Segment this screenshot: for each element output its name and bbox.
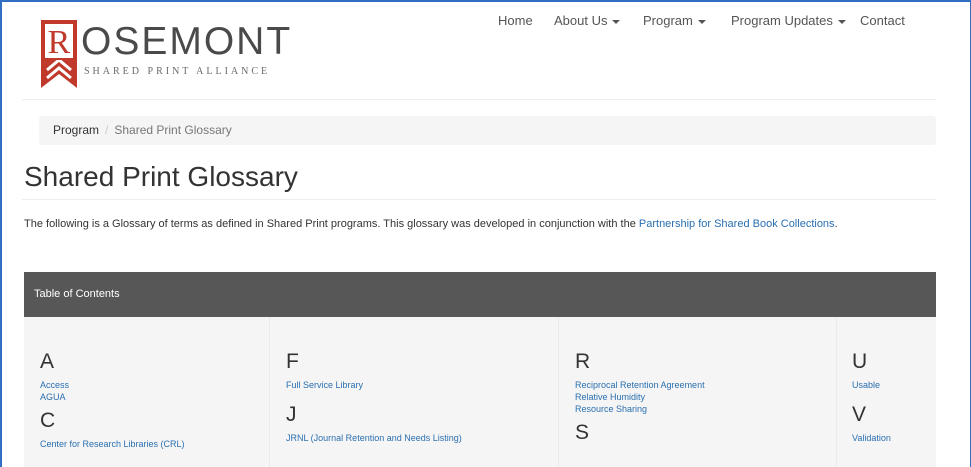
partnership-link[interactable]: Partnership for Shared Book Collections <box>639 218 835 230</box>
toc-column-4: U Usable V Validation <box>852 317 891 467</box>
nav-contact[interactable]: Contact <box>860 13 905 28</box>
toc-term-link[interactable]: Relative Humidity <box>575 391 705 403</box>
nav-about-us[interactable]: About Us <box>554 13 621 28</box>
nav-contact-label: Contact <box>860 13 905 28</box>
nav-program[interactable]: Program <box>643 13 706 28</box>
toc-letter: U <box>852 350 868 373</box>
title-divider <box>22 199 936 200</box>
nav-home-label: Home <box>498 13 533 28</box>
chevron-down-icon <box>837 19 846 24</box>
toc-letter: J <box>286 403 297 426</box>
nav-program-label: Program <box>643 13 693 28</box>
page-title: Shared Print Glossary <box>24 161 298 192</box>
chevron-down-icon <box>697 19 706 24</box>
breadcrumb: Program / Shared Print Glossary <box>39 116 936 145</box>
breadcrumb-current: Shared Print Glossary <box>114 123 232 137</box>
column-divider <box>836 317 837 467</box>
toc-term-link[interactable]: Usable <box>852 379 891 391</box>
breadcrumb-separator: / <box>105 123 109 137</box>
toc-letter: R <box>575 350 591 373</box>
toc-letter: V <box>852 403 867 426</box>
toc-term-link[interactable]: Access <box>40 379 185 391</box>
toc-letter: S <box>575 421 590 444</box>
toc-letter: C <box>40 409 56 432</box>
toc-term-link[interactable]: Full Service Library <box>286 379 462 391</box>
intro-paragraph: The following is a Glossary of terms as … <box>24 218 838 230</box>
nav-program-updates[interactable]: Program Updates <box>731 13 846 28</box>
toc-term-link[interactable]: Resource Sharing <box>575 403 705 415</box>
logo-initial: R <box>43 22 75 61</box>
toc-column-1: A Access AGUA C Center for Research Libr… <box>40 317 185 467</box>
column-divider <box>558 317 559 467</box>
toc-column-2: F Full Service Library J JRNL (Journal R… <box>286 317 462 467</box>
toc-term-link[interactable]: Validation <box>852 432 891 444</box>
column-divider <box>269 317 270 467</box>
toc-column-3: R Reciprocal Retention Agreement Relativ… <box>575 317 705 467</box>
logo-wordmark: OSEMONT <box>81 20 293 63</box>
nav-program-updates-label: Program Updates <box>731 13 833 28</box>
toc-header: Table of Contents <box>24 272 936 317</box>
site-logo[interactable]: R OSEMONT SHARED PRINT ALLIANCE <box>39 20 293 92</box>
chevron-down-icon <box>612 19 621 24</box>
toc-term-link[interactable]: Center for Research Libraries (CRL) <box>40 438 185 450</box>
toc-term-link[interactable]: JRNL (Journal Retention and Needs Listin… <box>286 432 462 444</box>
logo-tagline: SHARED PRINT ALLIANCE <box>84 66 271 77</box>
toc-body: A Access AGUA C Center for Research Libr… <box>24 317 936 467</box>
toc-term-link[interactable]: AGUA <box>40 391 185 403</box>
toc-letter: A <box>40 350 55 373</box>
nav-home[interactable]: Home <box>498 13 533 28</box>
toc-letter: F <box>286 350 299 373</box>
intro-end: . <box>834 218 838 230</box>
toc-term-link[interactable]: Reciprocal Retention Agreement <box>575 379 705 391</box>
header-divider <box>22 99 936 100</box>
intro-text: The following is a Glossary of terms as … <box>24 218 639 230</box>
nav-about-us-label: About Us <box>554 13 608 28</box>
breadcrumb-program-link[interactable]: Program <box>53 123 99 137</box>
